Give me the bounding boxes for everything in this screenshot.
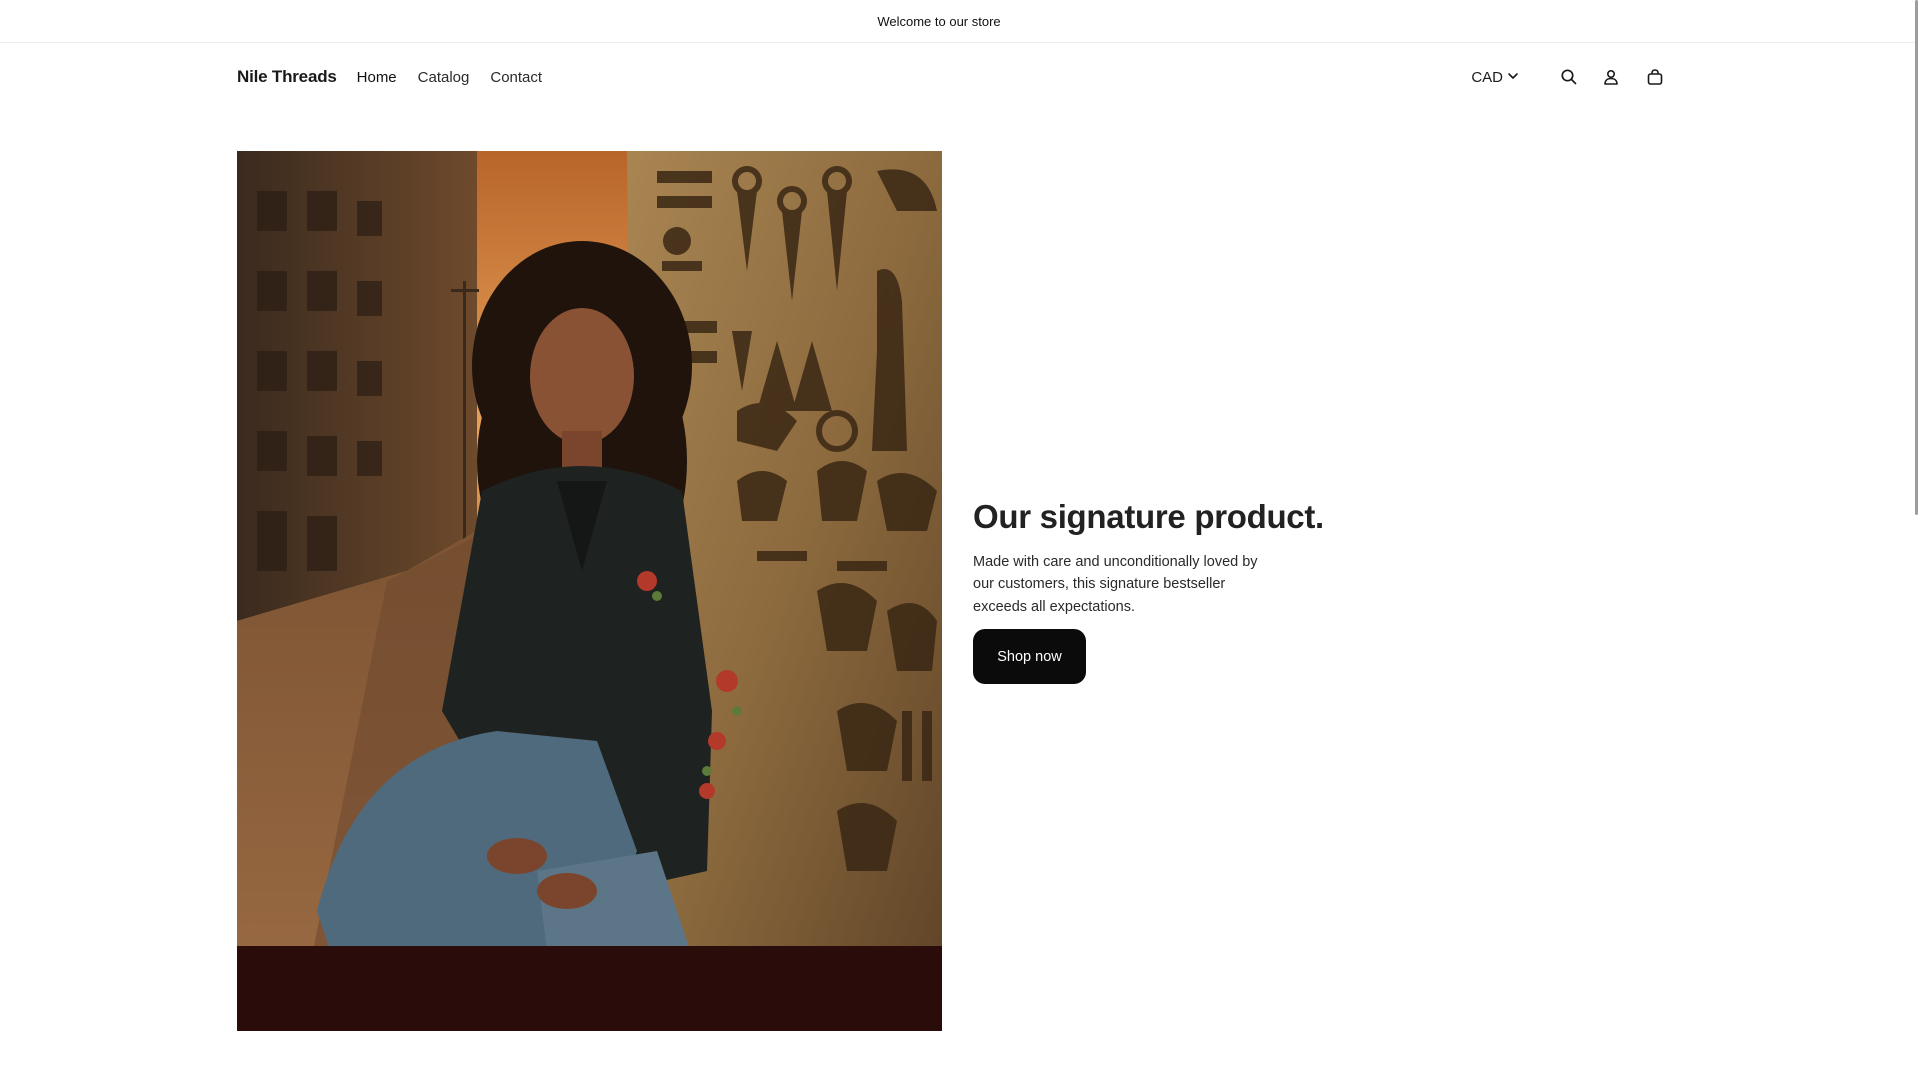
brand-logo[interactable]: Nile Threads	[237, 67, 337, 87]
search-icon[interactable]	[1557, 65, 1581, 89]
scrollbar-thumb[interactable]	[1915, 0, 1918, 515]
nav-item-home[interactable]: Home	[357, 69, 397, 86]
hero-content: Our signature product. Made with care an…	[973, 497, 1393, 685]
hero-image	[237, 151, 942, 1031]
chevron-down-icon	[1507, 69, 1519, 86]
page: Welcome to our store Nile Threads Home C…	[0, 0, 1920, 1080]
cart-icon[interactable]	[1643, 65, 1667, 89]
hero-description: Made with care and unconditionally loved…	[973, 553, 1258, 615]
site-header: Nile Threads Home Catalog Contact CAD	[237, 43, 1667, 111]
hero-title: Our signature product.	[973, 498, 1324, 535]
announcement-text: Welcome to our store	[877, 13, 1001, 29]
hero-photo-illustration	[237, 151, 942, 1031]
page-scrollbar[interactable]	[1915, 0, 1920, 1080]
nav-item-catalog[interactable]: Catalog	[418, 69, 470, 86]
currency-label: CAD	[1471, 68, 1503, 86]
shop-now-button[interactable]: Shop now	[973, 629, 1086, 685]
header-actions: CAD	[1471, 43, 1667, 111]
nav-item-contact[interactable]: Contact	[490, 69, 542, 86]
main-nav: Home Catalog Contact	[357, 69, 542, 86]
account-icon[interactable]	[1599, 65, 1623, 89]
currency-selector[interactable]: CAD	[1471, 69, 1519, 86]
announcement-bar: Welcome to our store	[0, 0, 1920, 43]
